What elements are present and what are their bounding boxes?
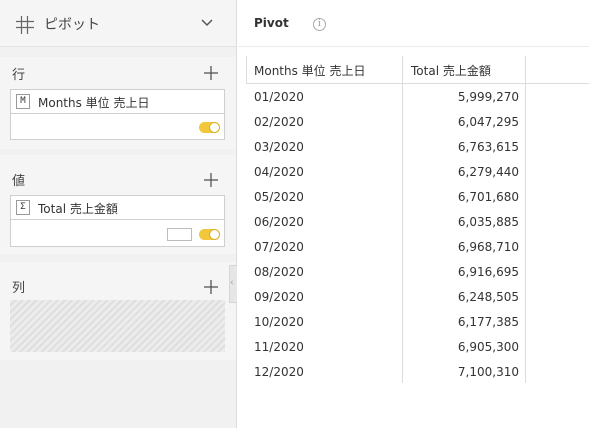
column-header-empty	[525, 56, 589, 84]
rows-label: 行	[12, 68, 26, 83]
row-toggle[interactable]	[199, 122, 220, 133]
row-field-label: Months 単位 売上日	[38, 96, 150, 110]
table-cell-month[interactable]: 07/2020	[254, 240, 304, 254]
add-row-icon[interactable]	[204, 66, 218, 80]
table-cell-total[interactable]: 6,177,385	[409, 315, 519, 329]
add-value-icon[interactable]	[204, 173, 218, 187]
table-cell-month[interactable]: 12/2020	[254, 365, 304, 379]
grid-line	[402, 56, 403, 383]
pivot-grid-icon	[16, 16, 34, 34]
table-cell-month[interactable]: 03/2020	[254, 140, 304, 154]
value-field[interactable]: Σ Total 売上金額	[11, 196, 224, 220]
collapse-panel-handle[interactable]: ‹	[229, 265, 237, 303]
table-cell-total[interactable]: 7,100,310	[409, 365, 519, 379]
table-cell-total[interactable]: 6,701,680	[409, 190, 519, 204]
pivot-header: Pivot i	[238, 0, 589, 47]
value-field-card[interactable]: Σ Total 売上金額	[10, 195, 225, 247]
row-field-card[interactable]: M Months 単位 売上日	[10, 89, 225, 140]
table-cell-total[interactable]: 6,916,695	[409, 265, 519, 279]
values-label: 値	[12, 174, 26, 189]
columns-drop-zone[interactable]	[10, 300, 225, 352]
panel-header[interactable]: ピボット	[0, 0, 236, 47]
table-cell-month[interactable]: 08/2020	[254, 265, 304, 279]
panel-title: ピボット	[44, 17, 100, 33]
value-toggle[interactable]	[199, 229, 220, 240]
values-section: 値 Σ Total 売上金額	[0, 155, 236, 254]
table-cell-total[interactable]: 6,248,505	[409, 290, 519, 304]
table-cell-total[interactable]: 6,047,295	[409, 115, 519, 129]
table-cell-month[interactable]: 11/2020	[254, 340, 304, 354]
add-column-icon[interactable]	[204, 280, 218, 294]
months-badge-icon: M	[16, 94, 30, 109]
columns-label: 列	[12, 281, 26, 296]
table-cell-total[interactable]: 5,999,270	[409, 90, 519, 104]
pivot-title: Pivot	[254, 16, 289, 30]
table-cell-total[interactable]: 6,968,710	[409, 240, 519, 254]
row-field[interactable]: M Months 単位 売上日	[11, 90, 224, 114]
sigma-badge-icon: Σ	[16, 200, 30, 215]
value-field-label: Total 売上金額	[38, 202, 118, 216]
table-cell-total[interactable]: 6,279,440	[409, 165, 519, 179]
grid-line	[246, 56, 247, 84]
table-cell-month[interactable]: 06/2020	[254, 215, 304, 229]
table-cell-month[interactable]: 09/2020	[254, 290, 304, 304]
table-cell-total[interactable]: 6,035,885	[409, 215, 519, 229]
info-icon[interactable]: i	[313, 18, 326, 31]
table-cell-total[interactable]: 6,905,300	[409, 340, 519, 354]
table-cell-month[interactable]: 04/2020	[254, 165, 304, 179]
table-cell-month[interactable]: 02/2020	[254, 115, 304, 129]
chevron-left-icon: ‹	[230, 278, 234, 288]
table-cell-month[interactable]: 10/2020	[254, 315, 304, 329]
pivot-config-panel: ピボット 行 M Months 単位 売上日 値 Σ Total 売上金額 列 …	[0, 0, 237, 428]
table-cell-month[interactable]: 01/2020	[254, 90, 304, 104]
table-cell-total[interactable]: 6,763,615	[409, 140, 519, 154]
column-header-total[interactable]: Total 売上金額	[403, 56, 525, 84]
grid-line	[525, 56, 526, 383]
column-header-months[interactable]: Months 単位 売上日	[246, 56, 403, 84]
value-format-input[interactable]	[167, 228, 192, 241]
chevron-down-icon[interactable]	[201, 19, 213, 27]
table-cell-month[interactable]: 05/2020	[254, 190, 304, 204]
rows-section: 行 M Months 単位 売上日	[0, 57, 236, 149]
